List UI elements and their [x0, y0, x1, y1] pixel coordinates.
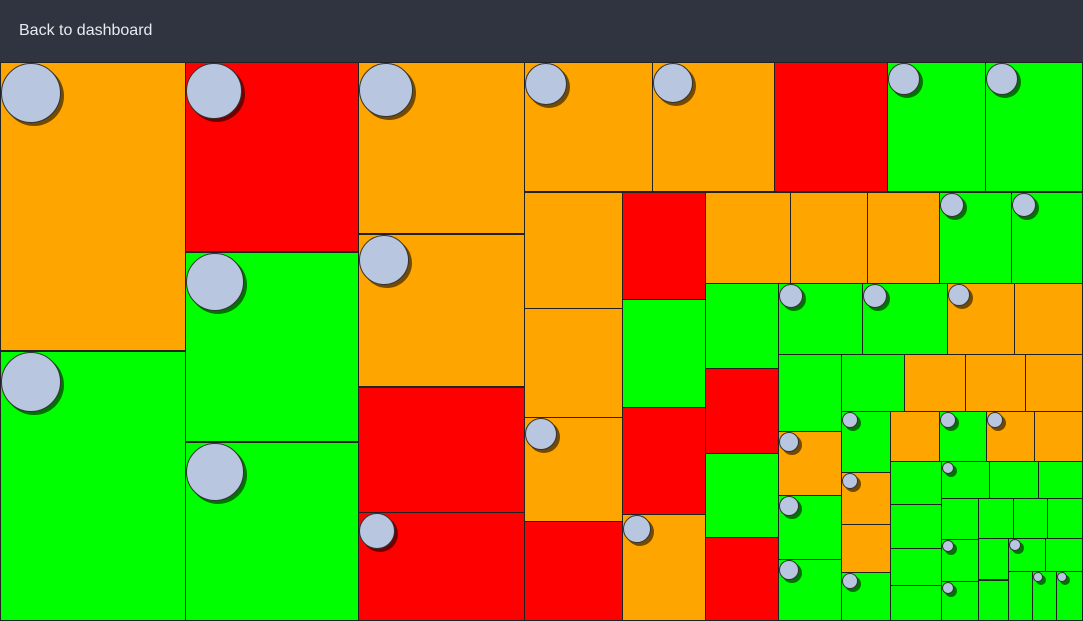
- treemap-tile-orange[interactable]: [705, 192, 791, 284]
- treemap-tile-orange[interactable]: [965, 354, 1026, 412]
- treemap-tile-green[interactable]: [1047, 498, 1083, 539]
- treemap-tile-green[interactable]: [941, 498, 979, 540]
- treemap-tile-orange[interactable]: [358, 62, 525, 234]
- treemap-tile-green[interactable]: [1013, 498, 1048, 539]
- treemap-tile-red[interactable]: [622, 407, 706, 515]
- treemap-tile-orange[interactable]: [778, 431, 842, 496]
- treemap-tile-green[interactable]: [778, 283, 863, 355]
- treemap-tile-orange[interactable]: [1034, 411, 1083, 462]
- treemap-tile-orange[interactable]: [524, 308, 623, 418]
- treemap-tile-red[interactable]: [705, 537, 779, 621]
- treemap-tile-orange[interactable]: [841, 472, 891, 525]
- treemap-tile-orange[interactable]: [841, 524, 891, 573]
- treemap-tile-green[interactable]: [1011, 192, 1083, 284]
- treemap-tile-green[interactable]: [978, 498, 1014, 539]
- treemap-tile-green[interactable]: [778, 559, 842, 621]
- treemap-tile-green[interactable]: [1038, 461, 1083, 499]
- treemap-tile-green[interactable]: [989, 461, 1039, 499]
- treemap-tile-orange[interactable]: [0, 62, 186, 351]
- treemap-tile-green[interactable]: [778, 354, 842, 432]
- treemap-tile-green[interactable]: [978, 538, 1009, 580]
- treemap-tile-orange[interactable]: [622, 514, 706, 621]
- treemap-tile-orange[interactable]: [524, 192, 623, 309]
- treemap-tile-green[interactable]: [1056, 571, 1083, 621]
- treemap-tile-green[interactable]: [939, 411, 987, 462]
- treemap-tile-orange[interactable]: [867, 192, 940, 284]
- treemap-tile-green[interactable]: [941, 581, 979, 621]
- top-bar: Back to dashboard: [0, 0, 1083, 62]
- treemap-tile-green[interactable]: [705, 283, 779, 369]
- treemap-tile-green[interactable]: [862, 283, 948, 355]
- treemap-tile-red[interactable]: [185, 62, 359, 252]
- treemap-tile-green[interactable]: [890, 548, 942, 586]
- treemap-tile-green[interactable]: [985, 62, 1083, 192]
- treemap-tile-green[interactable]: [978, 580, 1009, 621]
- back-to-dashboard-link[interactable]: Back to dashboard: [19, 22, 152, 40]
- treemap-tile-green[interactable]: [185, 442, 359, 621]
- treemap-tile-green[interactable]: [890, 585, 942, 621]
- treemap-tile-red[interactable]: [358, 387, 525, 513]
- treemap-tile-orange[interactable]: [524, 417, 623, 522]
- treemap-tile-red[interactable]: [705, 368, 779, 454]
- treemap-tile-green[interactable]: [185, 252, 359, 442]
- treemap-tile-green[interactable]: [0, 351, 186, 621]
- treemap-tile-green[interactable]: [941, 539, 979, 582]
- treemap-tile-red[interactable]: [622, 192, 706, 300]
- treemap-tile-red[interactable]: [774, 62, 888, 192]
- treemap-tile-green[interactable]: [890, 461, 942, 505]
- treemap-tile-orange[interactable]: [1014, 283, 1083, 355]
- treemap-tile-green[interactable]: [1008, 538, 1046, 572]
- treemap-tile-orange[interactable]: [790, 192, 868, 284]
- treemap-tile-orange[interactable]: [1025, 354, 1083, 412]
- treemap-tile-green[interactable]: [778, 495, 842, 560]
- treemap-tile-orange[interactable]: [652, 62, 775, 192]
- treemap-tile-green[interactable]: [1032, 571, 1057, 621]
- treemap-tile-green[interactable]: [890, 504, 942, 549]
- treemap-tile-green[interactable]: [887, 62, 986, 192]
- treemap-tile-green[interactable]: [939, 192, 1012, 284]
- treemap-tile-green[interactable]: [941, 461, 990, 499]
- treemap-tile-green[interactable]: [1008, 571, 1033, 621]
- treemap-tile-red[interactable]: [524, 521, 623, 621]
- treemap-tile-green[interactable]: [841, 354, 905, 412]
- treemap-tile-orange[interactable]: [524, 62, 653, 192]
- treemap-tile-green[interactable]: [1045, 538, 1083, 572]
- treemap-tile-orange[interactable]: [986, 411, 1035, 462]
- treemap-tile-green[interactable]: [841, 411, 891, 473]
- treemap-tile-green[interactable]: [622, 299, 706, 408]
- treemap-tile-orange[interactable]: [904, 354, 966, 412]
- treemap-tile-red[interactable]: [358, 512, 525, 621]
- treemap-tile-green[interactable]: [705, 453, 779, 538]
- treemap-tile-green[interactable]: [841, 572, 891, 621]
- treemap-tile-orange[interactable]: [890, 411, 940, 462]
- treemap: [0, 62, 1083, 621]
- treemap-tile-orange[interactable]: [358, 234, 525, 387]
- treemap-tile-orange[interactable]: [947, 283, 1015, 355]
